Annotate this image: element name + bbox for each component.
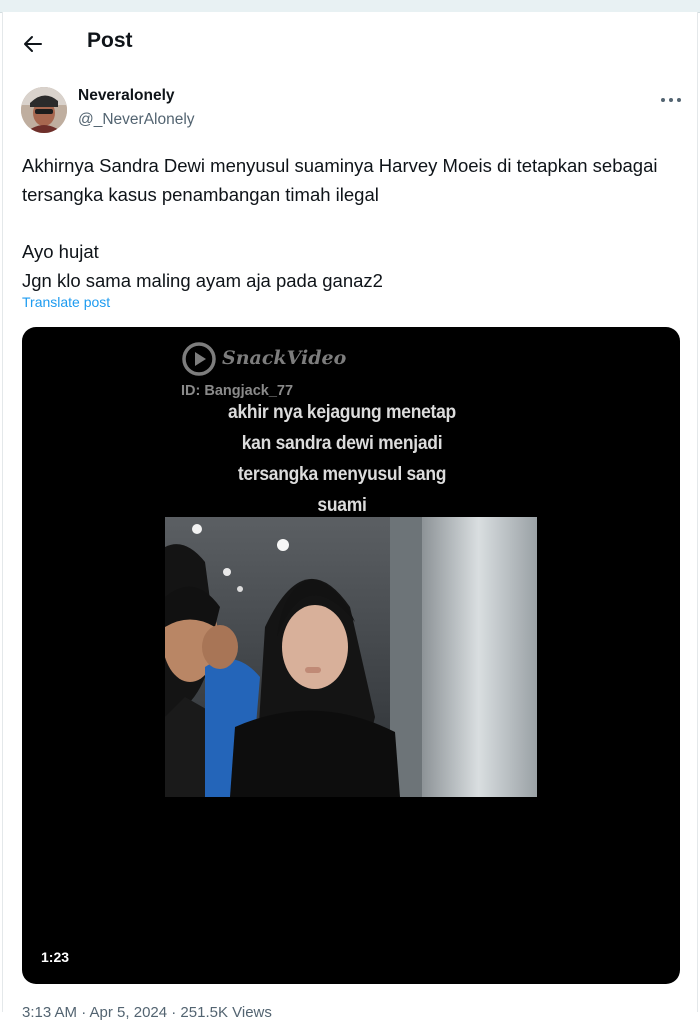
post-page: Post Neveralonely @_NeverAlonely Akhirny… — [2, 12, 698, 1021]
video-frame — [165, 517, 537, 797]
snackvideo-logo-icon — [182, 342, 216, 376]
post-text-line: Akhirnya Sandra Dewi menyusul suaminya H… — [22, 155, 658, 205]
avatar-image — [21, 87, 67, 133]
post-text-line: Ayo hujat — [22, 241, 99, 262]
caption-line: kan sandra dewi menjadi — [241, 433, 443, 454]
video-frame-image — [165, 517, 537, 797]
post-text: Akhirnya Sandra Dewi menyusul suaminya H… — [22, 151, 672, 295]
arrow-left-icon[interactable] — [21, 32, 45, 56]
video-duration-badge: 1:23 — [35, 947, 76, 967]
post-timestamp[interactable]: 3:13 AM · Apr 5, 2024 · 251.5K Views — [22, 1004, 272, 1021]
video-player[interactable]: SnackVideo ID: Bangjack_77 akhir nya kej… — [22, 327, 680, 984]
watermark-brand: SnackVideo — [222, 347, 347, 369]
page-header: Post — [3, 12, 697, 74]
post-text-line: Jgn klo sama maling ayam aja pada ganaz2 — [22, 270, 383, 291]
caption-line: tersangka menyusul sang — [237, 464, 447, 485]
page-title: Post — [87, 29, 133, 52]
ellipsis-horizontal-icon[interactable] — [659, 90, 683, 110]
snackvideo-watermark: SnackVideo — [181, 341, 361, 377]
caption-line: akhir nya kejagung menetap — [228, 402, 456, 423]
author-row: Neveralonely @_NeverAlonely — [3, 84, 697, 144]
translate-post-link[interactable]: Translate post — [22, 294, 110, 310]
avatar[interactable] — [21, 87, 67, 133]
author-display-name[interactable]: Neveralonely — [78, 87, 175, 105]
video-caption: akhir nya kejagung menetap kan sandra de… — [204, 397, 480, 521]
author-handle[interactable]: @_NeverAlonely — [78, 111, 195, 129]
